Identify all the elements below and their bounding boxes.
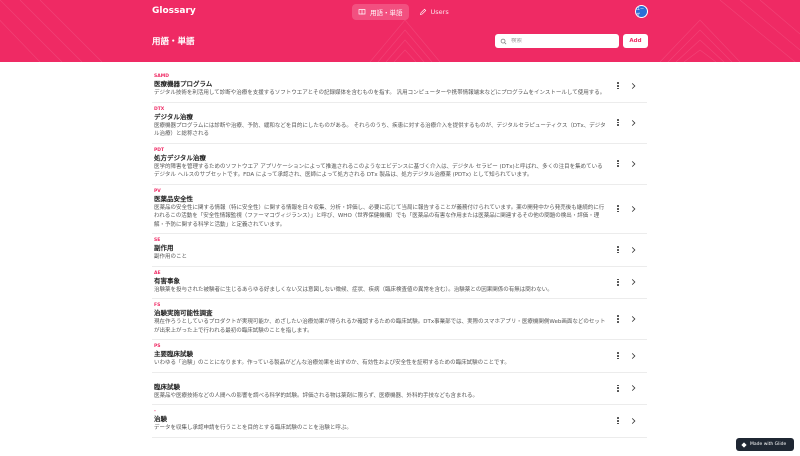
list-item[interactable]: SE 副作用 副作用のこと <box>152 234 647 267</box>
item-term: 医療機器プログラム <box>154 80 213 88</box>
list-item[interactable]: PDT 処方デジタル治療 医学的障害を管理するためのソフトウエア アプリケーショ… <box>152 144 647 185</box>
more-options-icon[interactable] <box>615 416 621 426</box>
glide-logo-icon <box>741 441 747 448</box>
more-options-icon[interactable] <box>615 351 621 361</box>
item-description: 治験薬を投与された被験者に生じるあらゆる好ましくない又は意図しない徴候、症状、疾… <box>154 286 553 293</box>
item-term: 治験実施可能性調査 <box>154 309 213 317</box>
item-term: デジタル治療 <box>154 112 193 121</box>
chevron-right-icon[interactable] <box>630 119 637 126</box>
list-item[interactable]: - 治験 データを収集し承認申請を行うことを目的とする臨床試験のことを治験と呼ぶ… <box>152 405 647 438</box>
item-description: デジタル技術を利活用して診断や治療を支援するソフトウエアとその記録媒体を含むもの… <box>154 90 606 96</box>
tab-users-label: Users <box>430 8 449 16</box>
chevron-right-icon[interactable] <box>630 316 637 323</box>
tab-glossary-label: 用語・単語 <box>370 9 403 17</box>
chevron-right-icon[interactable] <box>630 385 637 392</box>
item-term: 主要臨床試験 <box>154 350 193 358</box>
more-options-icon[interactable] <box>615 118 621 128</box>
book-icon <box>358 9 366 15</box>
chevron-right-icon[interactable] <box>630 246 637 253</box>
search-box[interactable] <box>495 34 619 48</box>
search-input[interactable] <box>511 38 611 44</box>
more-options-icon[interactable] <box>615 159 621 169</box>
list-item[interactable]: FS 治験実施可能性調査 現在作ろうとしているプロダクトが実現可能か、めざしたい… <box>152 299 647 340</box>
glossary-list: SAMD 医療機器プログラム デジタル技術を利活用して診断や治療を支援するソフト… <box>152 70 647 438</box>
item-term: 医薬品安全性 <box>154 194 193 203</box>
chevron-right-icon[interactable] <box>630 352 637 359</box>
top-nav: 用語・単語 Users <box>352 4 455 20</box>
chevron-right-icon[interactable] <box>630 205 637 212</box>
item-term: 治験 <box>154 415 167 423</box>
chevron-right-icon[interactable] <box>630 160 637 167</box>
more-options-icon[interactable] <box>615 277 621 287</box>
more-options-icon[interactable] <box>615 81 621 91</box>
tab-users[interactable]: Users <box>413 4 455 20</box>
item-description: 副作用のこと <box>154 254 188 260</box>
item-description: 医療機器プログラムには診断や治療、予防、緩和などを目的にしたものがある。 それら… <box>154 122 606 138</box>
badge-label: Made with Glide <box>750 442 787 447</box>
made-with-glide-badge[interactable]: Made with Glide <box>736 438 794 451</box>
more-options-icon[interactable] <box>615 383 621 393</box>
item-term: 処方デジタル治療 <box>154 153 206 162</box>
chevron-right-icon[interactable] <box>630 417 637 424</box>
chevron-right-icon[interactable] <box>630 82 637 89</box>
header-bar: Glossary 用語・単語 Users ユーザ 用語・単語 Add <box>0 0 800 62</box>
list-item[interactable]: SAMD 医療機器プログラム デジタル技術を利活用して診断や治療を支援するソフト… <box>152 70 647 103</box>
item-term: 副作用 <box>154 244 174 252</box>
chevron-right-icon[interactable] <box>630 279 637 286</box>
page-title: 用語・単語 <box>152 37 195 47</box>
item-description: データを収集し承認申請を行うことを目的とする臨床試験のことを治験と呼ぶ。 <box>154 425 352 431</box>
add-button[interactable]: Add <box>623 34 648 48</box>
tab-glossary[interactable]: 用語・単語 <box>352 4 409 20</box>
pencil-icon <box>419 8 426 15</box>
more-options-icon[interactable] <box>615 314 621 324</box>
list-item[interactable]: AE 有害事象 治験薬を投与された被験者に生じるあらゆる好ましくない又は意図しな… <box>152 267 647 299</box>
list-item[interactable]: 臨床試験 医薬品や医療技術などの人間への影響を調べる科学的試験。評価される物は薬… <box>152 373 647 405</box>
list-item[interactable]: DTX デジタル治療 医療機器プログラムには診断や治療、予防、緩和などを目的にし… <box>152 103 647 144</box>
item-description: 現在作ろうとしているプロダクトが実現可能か、めざしたい治療効果が得られるか確認す… <box>154 319 606 334</box>
item-term: 有害事象 <box>154 276 180 285</box>
item-description: 医薬品や医療技術などの人間への影響を調べる科学的試験。評価される物は薬剤に限らず… <box>154 392 479 399</box>
more-options-icon[interactable] <box>615 245 621 255</box>
search-icon <box>500 38 507 44</box>
more-options-icon[interactable] <box>615 204 621 214</box>
item-description: 医学的障害を管理するためのソフトウエア アプリケーションによって推進されるこのよ… <box>154 163 603 179</box>
item-description: 医薬品の安全性に関する情報（特に安全性）に関する情報を日々収集、分析・評価し、必… <box>154 204 605 228</box>
item-description: いわゆる「治験」のことになります。作っている製品がどんな治療効果を出すのか、有効… <box>154 360 510 366</box>
item-term: 臨床試験 <box>154 382 180 391</box>
app-title: Glossary <box>152 6 196 16</box>
avatar-initials: ユーザ <box>636 5 644 17</box>
list-item[interactable]: PV 医薬品安全性 医薬品の安全性に関する情報（特に安全性）に関する情報を日々収… <box>152 185 647 234</box>
user-avatar[interactable]: ユーザ <box>635 5 648 18</box>
list-item[interactable]: PS 主要臨床試験 いわゆる「治験」のことになります。作っている製品がどんな治療… <box>152 340 647 373</box>
